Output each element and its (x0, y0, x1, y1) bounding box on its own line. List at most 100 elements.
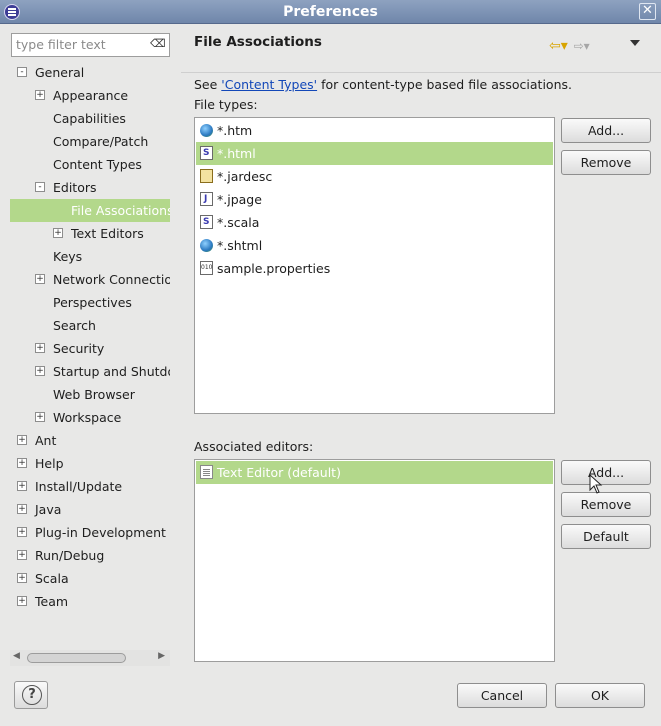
tree-item-label: Content Types (53, 157, 142, 172)
expand-icon[interactable]: + (17, 550, 27, 560)
expand-icon[interactable]: + (17, 435, 27, 445)
tree-item-label: Editors (53, 180, 97, 195)
back-icon[interactable]: ⇦▾ (549, 38, 568, 54)
tree-item-label: Security (53, 341, 105, 356)
tree-item[interactable]: - Editors (35, 176, 97, 199)
list-item[interactable]: *.shtml (196, 234, 553, 257)
tree-item[interactable]: + Startup and Shutdown (35, 360, 170, 383)
tree-item-label: Scala (35, 571, 69, 586)
tree-item[interactable]: Capabilities (53, 107, 126, 130)
tree-item[interactable]: Compare/Patch (53, 130, 148, 153)
tree-item[interactable]: + Run/Debug (17, 544, 105, 567)
scrollbar-thumb[interactable] (27, 653, 126, 663)
default-editor-button[interactable]: Default (561, 524, 651, 549)
forward-icon[interactable]: ⇨▾ (574, 39, 590, 53)
file-types-list[interactable]: *.htm *.html *.jardesc *.jpage *.scala *.shtm… (194, 117, 555, 414)
view-menu-icon[interactable] (630, 40, 640, 46)
list-item[interactable]: *.htm (196, 119, 553, 142)
scroll-right-icon[interactable]: ▶ (158, 651, 165, 661)
expand-icon[interactable]: + (17, 504, 27, 514)
tree-item[interactable]: + Scala (17, 567, 69, 590)
tree-item-label: Capabilities (53, 111, 126, 126)
tree-item-label: Appearance (53, 88, 129, 103)
tree-item[interactable]: + Team (17, 590, 68, 613)
list-item-label: *.shtml (217, 238, 263, 253)
clear-filter-icon[interactable]: ⌫ (150, 37, 166, 50)
help-button[interactable]: ? (14, 681, 48, 709)
remove-editor-button[interactable]: Remove (561, 492, 651, 517)
list-item-label: *.scala (217, 215, 260, 230)
content-types-link[interactable]: 'Content Types' (221, 77, 317, 92)
tree-item[interactable]: + Security (35, 337, 105, 360)
tree-item[interactable]: Content Types (53, 153, 142, 176)
filter-input[interactable]: type filter text ⌫ (11, 33, 170, 57)
remove-file-type-button[interactable]: Remove (561, 150, 651, 175)
tree-item[interactable]: + Text Editors (53, 222, 144, 245)
tree-item-label: Java (35, 502, 62, 517)
doc-file-icon (200, 211, 213, 234)
prop-file-icon (200, 256, 213, 279)
list-item[interactable]: *.html (196, 142, 553, 165)
expand-icon[interactable]: + (17, 573, 27, 583)
associated-editors-list[interactable]: Text Editor (default) (194, 459, 555, 662)
tree-item-label: File Associations (71, 203, 170, 218)
tree-item[interactable]: File Associations (10, 199, 170, 222)
ok-button[interactable]: OK (555, 683, 645, 708)
tree-item[interactable]: Perspectives (53, 291, 132, 314)
tree-item[interactable]: + Ant (17, 429, 57, 452)
tree-item[interactable]: + Help (17, 452, 64, 475)
expand-icon[interactable]: + (53, 228, 63, 238)
tree-item-label: Ant (35, 433, 57, 448)
tree-item[interactable]: + Install/Update (17, 475, 122, 498)
expand-icon[interactable]: + (17, 481, 27, 491)
list-item-label: *.jpage (217, 192, 262, 207)
expand-icon[interactable]: + (17, 527, 27, 537)
tree-item[interactable]: - General (17, 61, 84, 84)
jar-file-icon (200, 169, 213, 183)
preference-tree: - General + Appearance Capabilities Compare/P… (10, 61, 170, 651)
txt-file-icon (200, 465, 213, 479)
expand-icon[interactable]: + (17, 458, 27, 468)
collapse-icon[interactable]: - (35, 182, 45, 192)
scroll-left-icon[interactable]: ◀ (13, 651, 20, 661)
tree-item[interactable]: + Workspace (35, 406, 121, 429)
content-types-note: See 'Content Types' for content-type bas… (194, 77, 572, 92)
list-item[interactable]: Text Editor (default) (196, 461, 553, 484)
window-title: Preferences (283, 4, 378, 20)
doc-file-icon (200, 142, 213, 165)
cancel-button[interactable]: Cancel (457, 683, 547, 708)
collapse-icon[interactable]: - (17, 67, 27, 77)
tree-item-label: Perspectives (53, 295, 132, 310)
add-editor-button[interactable]: Add... (561, 460, 651, 485)
tree-item-label: Web Browser (53, 387, 135, 402)
list-item[interactable]: *.scala (196, 211, 553, 234)
list-item-label: Text Editor (default) (217, 465, 341, 480)
tree-item-label: Run/Debug (35, 548, 105, 563)
tree-item[interactable]: + Network Connection (35, 268, 170, 291)
tree-horizontal-scrollbar[interactable]: ◀ ▶ (10, 650, 170, 666)
expand-icon[interactable]: + (35, 90, 45, 100)
list-item[interactable]: *.jardesc (196, 165, 553, 188)
tree-item[interactable]: + Plug-in Development (17, 521, 166, 544)
globe-file-icon (200, 124, 213, 137)
preference-navigation-panel: type filter text ⌫ - General + Appearance Ca… (0, 24, 181, 668)
expand-icon[interactable]: + (35, 274, 45, 284)
globe-file-icon (200, 239, 213, 252)
tree-item[interactable]: + Java (17, 498, 62, 521)
expand-icon[interactable]: + (35, 343, 45, 353)
list-item-label: sample.properties (217, 261, 331, 276)
list-item-label: *.html (217, 146, 256, 161)
dialog-button-bar: ? Cancel OK (0, 668, 661, 726)
list-item[interactable]: *.jpage (196, 188, 553, 211)
expand-icon[interactable]: + (17, 596, 27, 606)
tree-item[interactable]: + Appearance (35, 84, 129, 107)
list-item[interactable]: sample.properties (196, 256, 553, 280)
tree-item[interactable]: Search (53, 314, 96, 337)
tree-item-label: Plug-in Development (35, 525, 166, 540)
close-window-button[interactable]: ✕ (639, 3, 656, 20)
tree-item[interactable]: Web Browser (53, 383, 135, 406)
add-file-type-button[interactable]: Add... (561, 118, 651, 143)
expand-icon[interactable]: + (35, 366, 45, 376)
expand-icon[interactable]: + (35, 412, 45, 422)
tree-item[interactable]: Keys (53, 245, 82, 268)
